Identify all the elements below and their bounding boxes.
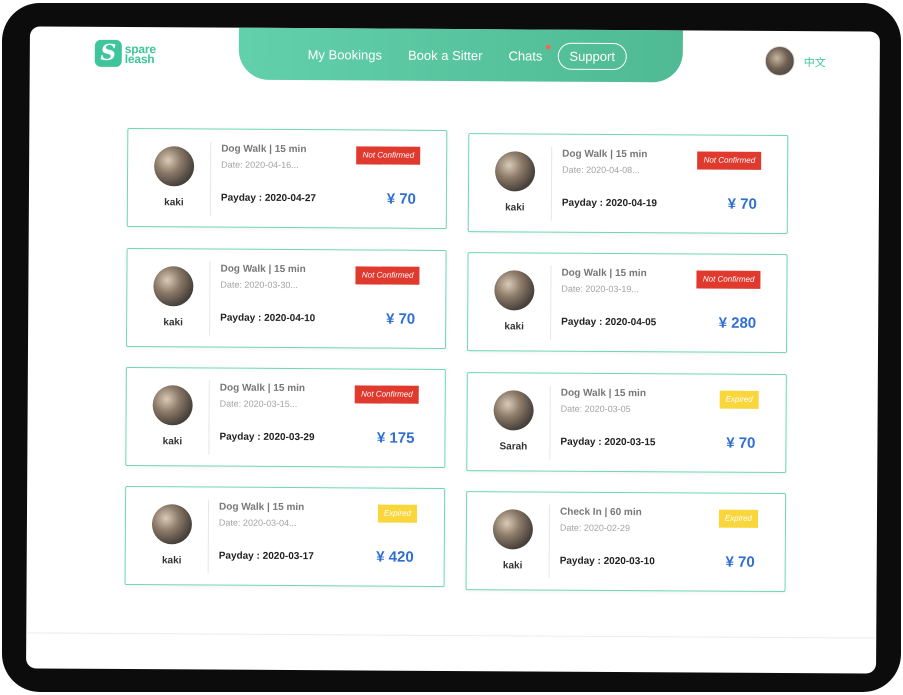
service-title: Dog Walk | 15 min <box>560 387 647 400</box>
booking-card[interactable]: kaki Dog Walk | 15 min Date: 2020-03-15.… <box>125 367 446 468</box>
status-badge: Expired <box>719 390 759 409</box>
price: ¥ 175 <box>376 429 415 447</box>
booking-date: Date: 2020-02-29 <box>559 522 631 534</box>
sitter-avatar-icon <box>153 146 195 187</box>
price: ¥ 420 <box>376 548 414 566</box>
booking-date: Date: 2020-03-04... <box>218 517 297 529</box>
nav-chats-label: Chats <box>508 47 543 64</box>
price: ¥ 70 <box>725 553 755 571</box>
service-title: Dog Walk | 15 min <box>561 267 647 280</box>
booking-date: Date: 2020-03-15... <box>219 398 298 410</box>
status-badge: Expired <box>377 504 418 523</box>
booking-card[interactable]: kaki Dog Walk | 15 min Date: 2020-03-30.… <box>126 248 447 349</box>
price: ¥ 70 <box>386 190 416 208</box>
status-badge: Not Confirmed <box>356 146 421 165</box>
sitter-name: kaki <box>502 560 523 572</box>
status-badge: Not Confirmed <box>696 270 761 289</box>
user-avatar-icon[interactable] <box>764 45 795 77</box>
sitter-avatar-icon <box>493 390 534 431</box>
logo-text: spare leash <box>124 41 156 66</box>
price: ¥ 70 <box>385 310 416 328</box>
service-title: Dog Walk | 15 min <box>219 382 306 395</box>
booking-card[interactable]: kaki Dog Walk | 15 min Date: 2020-03-19.… <box>466 252 788 354</box>
price: ¥ 280 <box>718 314 757 332</box>
sitter-name: kaki <box>163 317 183 329</box>
status-badge: Expired <box>718 509 759 528</box>
sitter-name: kaki <box>505 202 525 214</box>
payday: Payday : 2020-04-10 <box>220 312 316 325</box>
booking-date: Date: 2020-04-08... <box>562 164 640 176</box>
price: ¥ 70 <box>727 195 757 213</box>
sitter-avatar-icon <box>152 385 193 426</box>
unread-dot-icon <box>545 44 551 50</box>
payday: Payday : 2020-04-27 <box>220 192 317 205</box>
payday: Payday : 2020-03-15 <box>560 436 656 449</box>
payday: Payday : 2020-03-29 <box>219 431 315 444</box>
app-screen: S spare leash My Bookings Book a Sitter … <box>26 26 880 674</box>
logo-line-2: leash <box>124 51 155 66</box>
sitter-name: kaki <box>504 321 524 333</box>
booking-date: Date: 2020-03-30... <box>220 279 298 291</box>
sitter-name: kaki <box>162 436 183 448</box>
sitter-avatar-icon <box>153 266 194 307</box>
service-title: Dog Walk | 15 min <box>221 143 307 156</box>
nav-book-a-sitter[interactable]: Book a Sitter <box>408 47 483 62</box>
status-badge: Not Confirmed <box>355 266 420 285</box>
sitter-name: kaki <box>164 197 184 209</box>
payday: Payday : 2020-04-19 <box>561 197 658 210</box>
booking-date: Date: 2020-04-16... <box>221 159 299 171</box>
booking-card[interactable]: kaki Dog Walk | 15 min Date: 2020-03-04.… <box>124 485 446 587</box>
booking-card[interactable]: Sarah Dog Walk | 15 min Date: 2020-03-05… <box>466 372 787 474</box>
tablet-frame: S spare leash My Bookings Book a Sitter … <box>2 3 901 692</box>
language-toggle[interactable]: 中文 <box>804 54 826 70</box>
sitter-name: kaki <box>161 555 182 567</box>
booking-card[interactable]: kaki Dog Walk | 15 min Date: 2020-04-16.… <box>126 128 448 229</box>
service-title: Dog Walk | 15 min <box>220 263 306 276</box>
service-title: Dog Walk | 15 min <box>219 501 305 514</box>
service-title: Check In | 60 min <box>559 506 642 519</box>
nav-chats[interactable]: Chats <box>508 44 551 64</box>
payday: Payday : 2020-03-10 <box>559 555 655 568</box>
sitter-avatar-icon <box>494 151 536 192</box>
status-badge: Not Confirmed <box>355 385 419 404</box>
price: ¥ 70 <box>726 434 756 452</box>
footer-divider <box>26 632 877 639</box>
status-badge: Not Confirmed <box>697 151 762 170</box>
payday: Payday : 2020-03-17 <box>218 550 314 563</box>
booking-card[interactable]: kaki Dog Walk | 15 min Date: 2020-04-08.… <box>467 133 789 235</box>
sitter-name: Sarah <box>499 441 528 453</box>
booking-card[interactable]: kaki Check In | 60 min Date: 2020-02-29 … <box>465 491 787 593</box>
sitter-avatar-icon <box>151 504 193 545</box>
spare-leash-logo[interactable]: S spare leash <box>94 39 156 67</box>
booking-date: Date: 2020-03-05 <box>560 403 631 415</box>
payday: Payday : 2020-04-05 <box>561 316 657 329</box>
main-nav: My Bookings Book a Sitter Chats Support <box>238 26 684 83</box>
service-title: Dog Walk | 15 min <box>562 148 648 161</box>
logo-mark-icon: S <box>94 39 122 67</box>
nav-my-bookings[interactable]: My Bookings <box>308 47 383 62</box>
sitter-avatar-icon <box>494 270 535 311</box>
support-button[interactable]: Support <box>557 42 628 70</box>
booking-date: Date: 2020-03-19... <box>561 283 639 295</box>
sitter-avatar-icon <box>492 509 534 550</box>
